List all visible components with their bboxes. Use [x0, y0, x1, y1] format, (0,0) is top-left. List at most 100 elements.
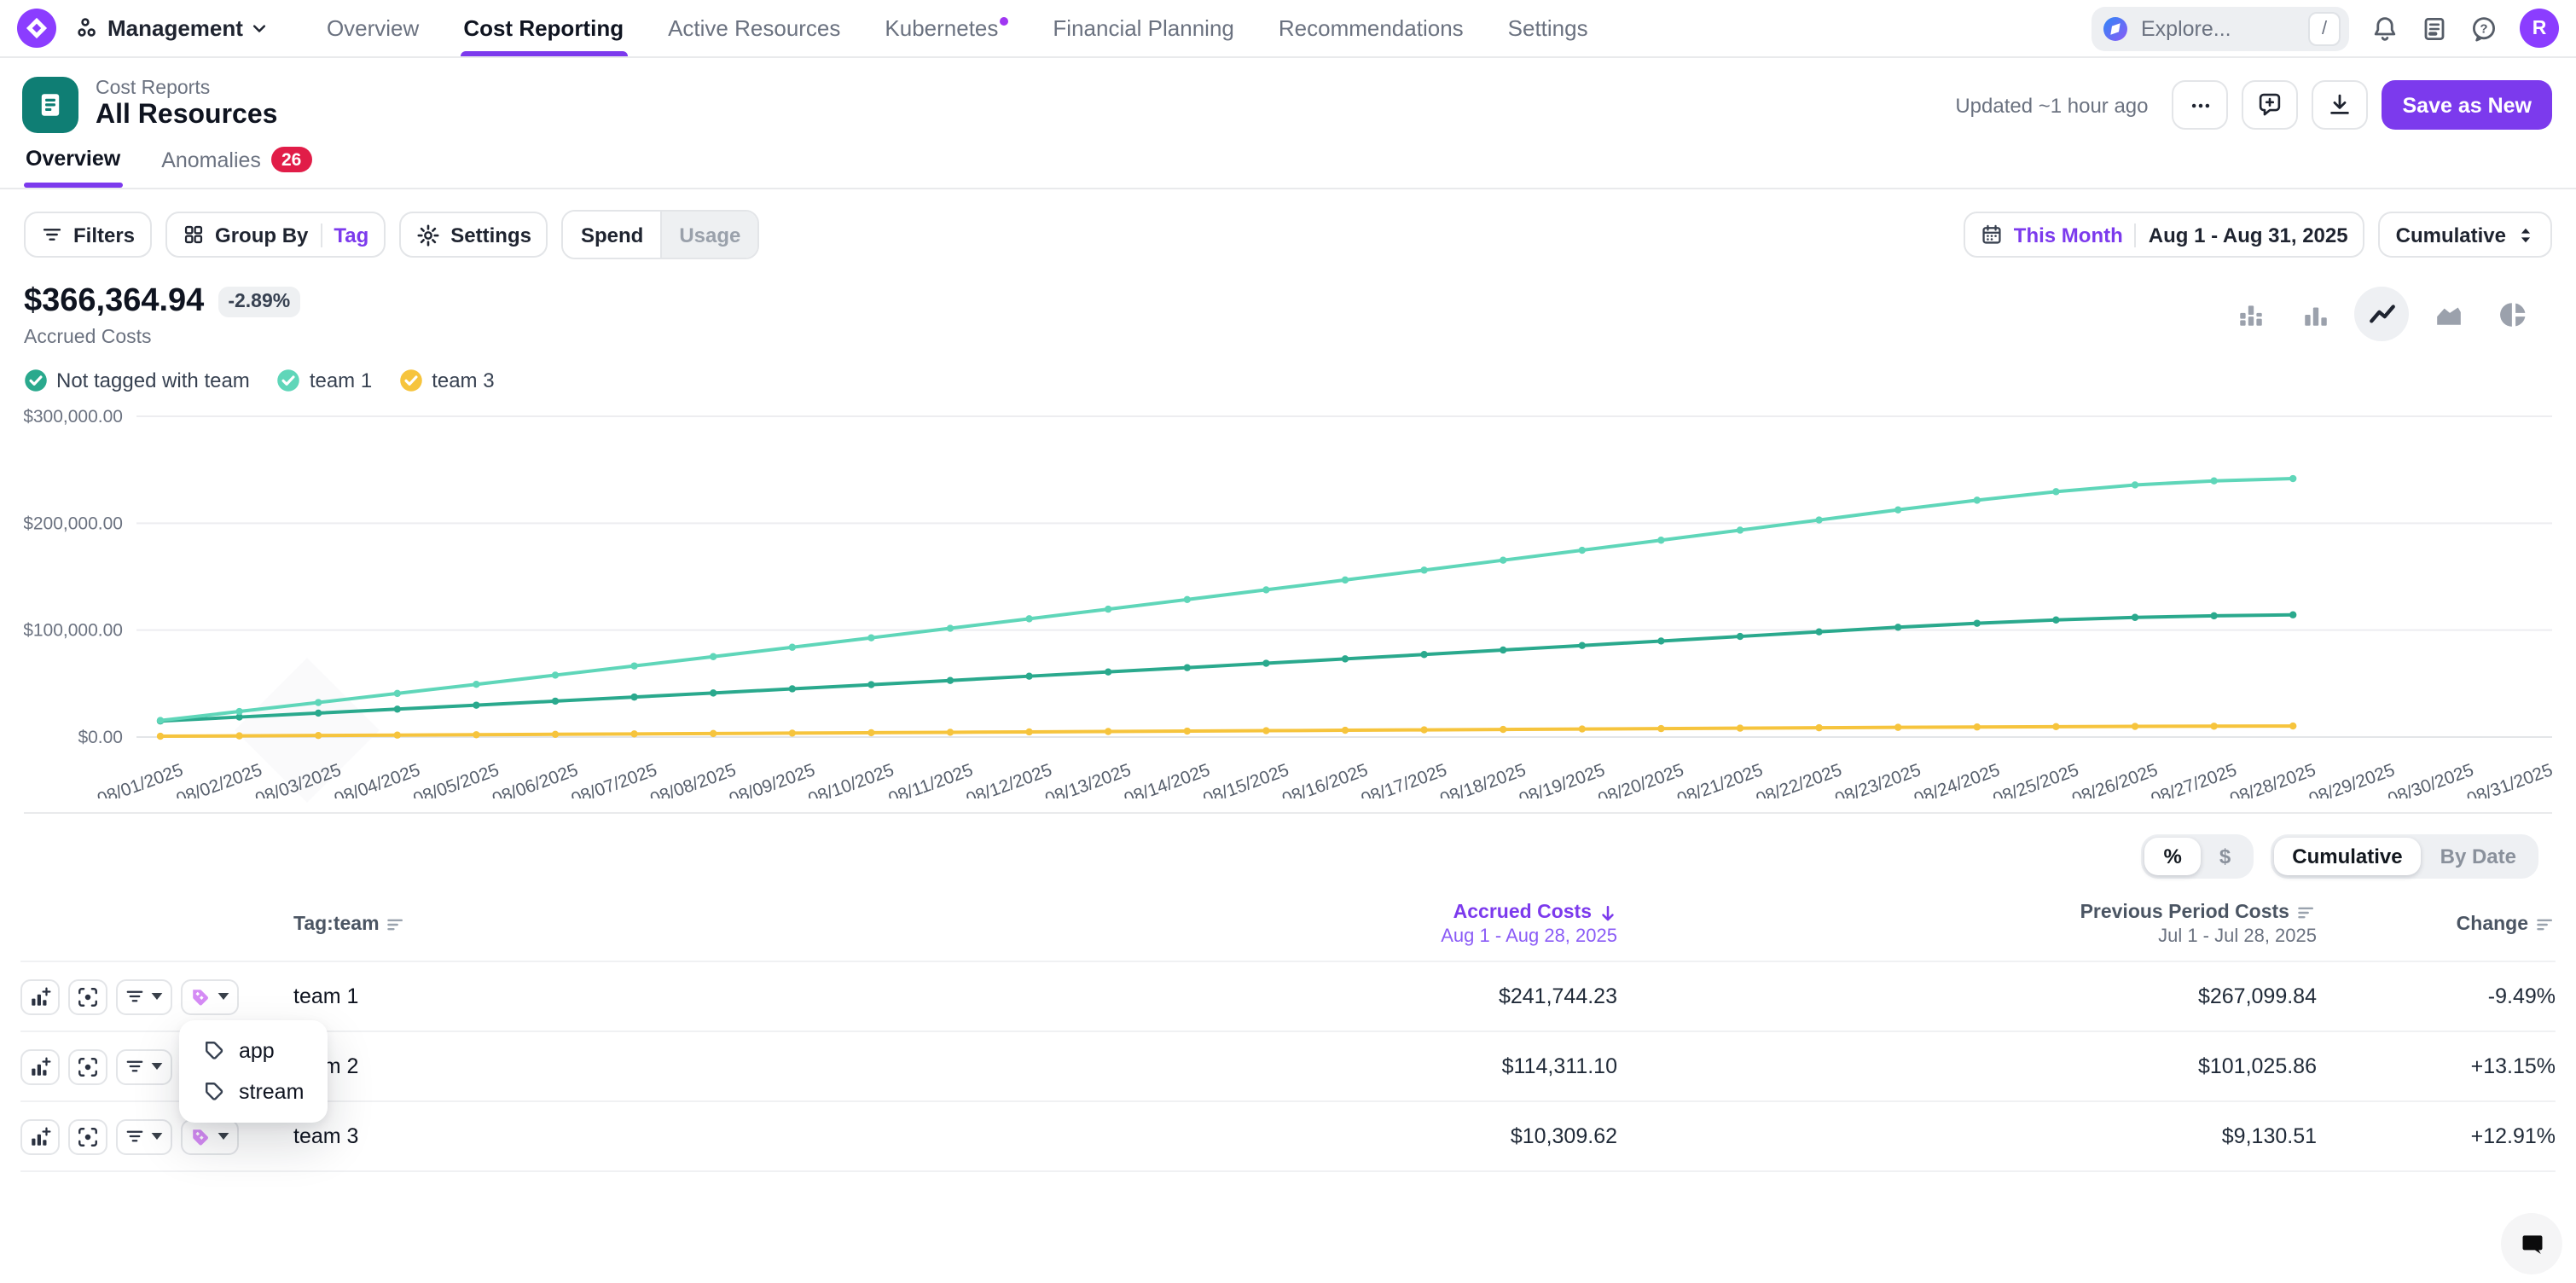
line-chart-button[interactable]	[2354, 287, 2409, 341]
data-point[interactable]	[1342, 727, 1349, 734]
tab-anomalies[interactable]: Anomalies 26	[160, 143, 313, 188]
legend-item[interactable]: team 1	[277, 369, 372, 392]
bar-chart-button[interactable]	[2289, 288, 2341, 340]
data-point[interactable]	[1974, 723, 1981, 730]
data-point[interactable]	[1184, 664, 1191, 671]
data-point[interactable]	[1894, 624, 1901, 630]
data-point[interactable]	[1420, 566, 1427, 573]
data-point[interactable]	[1500, 726, 1506, 733]
tag-dropdown-item-app[interactable]: app	[189, 1030, 317, 1071]
row-filter-button[interactable]	[116, 1048, 172, 1084]
data-point[interactable]	[710, 653, 717, 660]
group-by-button[interactable]: Group By Tag	[165, 212, 386, 258]
pie-chart-button[interactable]	[2487, 288, 2538, 340]
row-tag-button[interactable]	[181, 978, 239, 1014]
more-actions-button[interactable]	[2173, 80, 2229, 130]
nav-item-kubernetes[interactable]: Kubernetes	[885, 0, 1008, 56]
data-point[interactable]	[1974, 496, 1981, 503]
data-point[interactable]	[315, 732, 322, 739]
data-point[interactable]	[1894, 723, 1901, 730]
col-header-previous[interactable]: Previous Period Costs Jul 1 - Jul 28, 20…	[1617, 903, 2317, 947]
data-point[interactable]	[789, 729, 796, 736]
col-header-accrued[interactable]: Accrued Costs Aug 1 - Aug 28, 2025	[901, 903, 1617, 947]
chat-widget-button[interactable]	[2501, 1213, 2562, 1274]
data-point[interactable]	[1025, 615, 1032, 622]
data-point[interactable]	[1025, 672, 1032, 679]
data-point[interactable]	[394, 732, 401, 739]
series-line[interactable]	[160, 479, 2293, 721]
data-point[interactable]	[867, 634, 874, 641]
col-header-group[interactable]: Tag:team	[293, 914, 901, 935]
data-point[interactable]	[1420, 726, 1427, 733]
row-focus-button[interactable]	[68, 1118, 107, 1154]
data-point[interactable]	[1105, 728, 1111, 734]
data-point[interactable]	[473, 701, 479, 708]
nav-item-cost-reporting[interactable]: Cost Reporting	[463, 0, 624, 56]
series-line[interactable]	[160, 726, 2293, 736]
breadcrumb[interactable]: Cost Reports	[96, 78, 277, 99]
data-point[interactable]	[315, 699, 322, 705]
save-as-new-button[interactable]: Save as New	[2382, 80, 2553, 130]
data-point[interactable]	[1657, 537, 1664, 543]
cost-line-chart[interactable]: $300,000.00$200,000.00$100,000.00$0.0008…	[24, 403, 2552, 798]
dollar-option[interactable]: $	[2201, 838, 2249, 875]
data-point[interactable]	[2052, 488, 2059, 495]
data-point[interactable]	[157, 717, 164, 723]
cumulative-option[interactable]: Cumulative	[2273, 838, 2421, 875]
data-point[interactable]	[552, 698, 559, 705]
row-add-to-chart-button[interactable]	[20, 1118, 60, 1154]
row-tag-button[interactable]	[181, 1118, 239, 1154]
aggregation-select[interactable]: Cumulative	[2379, 212, 2552, 258]
legend-item[interactable]: Not tagged with team	[24, 369, 250, 392]
data-point[interactable]	[2289, 723, 2296, 729]
filters-button[interactable]: Filters	[24, 212, 152, 258]
vantage-logo-icon[interactable]	[17, 9, 56, 48]
data-point[interactable]	[2210, 612, 2217, 619]
data-point[interactable]	[1579, 725, 1586, 732]
percent-dollar-toggle[interactable]: % $	[2142, 834, 2254, 879]
data-point[interactable]	[630, 694, 637, 700]
data-point[interactable]	[947, 676, 954, 683]
data-point[interactable]	[2132, 481, 2138, 488]
data-point[interactable]	[235, 732, 242, 739]
by-date-option[interactable]: By Date	[2422, 838, 2535, 875]
data-point[interactable]	[947, 729, 954, 735]
workspace-switcher[interactable]: Management	[73, 9, 272, 48]
explore-search[interactable]: Explore... /	[2092, 6, 2349, 50]
data-point[interactable]	[1815, 724, 1822, 731]
data-point[interactable]	[2132, 614, 2138, 621]
data-point[interactable]	[1262, 586, 1269, 593]
data-point[interactable]	[630, 730, 637, 737]
data-point[interactable]	[1025, 729, 1032, 735]
data-point[interactable]	[1737, 724, 1743, 731]
data-point[interactable]	[1737, 526, 1743, 533]
stacked-bar-chart-button[interactable]	[2225, 288, 2276, 340]
data-point[interactable]	[1974, 619, 1981, 626]
nav-item-financial-planning[interactable]: Financial Planning	[1053, 0, 1233, 56]
data-point[interactable]	[789, 685, 796, 692]
data-point[interactable]	[473, 681, 479, 688]
data-point[interactable]	[1579, 642, 1586, 649]
data-point[interactable]	[2052, 723, 2059, 730]
data-point[interactable]	[710, 730, 717, 737]
data-point[interactable]	[1184, 596, 1191, 603]
data-point[interactable]	[1657, 637, 1664, 644]
data-point[interactable]	[2052, 617, 2059, 624]
data-point[interactable]	[2289, 475, 2296, 482]
row-focus-button[interactable]	[68, 1048, 107, 1084]
data-point[interactable]	[235, 708, 242, 715]
data-point[interactable]	[1815, 516, 1822, 523]
data-point[interactable]	[1579, 547, 1586, 554]
data-point[interactable]	[1657, 725, 1664, 732]
data-point[interactable]	[2132, 723, 2138, 729]
comment-button[interactable]	[2242, 80, 2299, 130]
data-point[interactable]	[2289, 612, 2296, 618]
data-point[interactable]	[1105, 606, 1111, 612]
data-point[interactable]	[1420, 651, 1427, 658]
row-filter-button[interactable]	[116, 1118, 172, 1154]
data-point[interactable]	[1342, 577, 1349, 583]
spend-usage-toggle[interactable]: Spend Usage	[562, 210, 759, 259]
row-group-label[interactable]: team 2	[293, 1054, 901, 1078]
data-point[interactable]	[867, 729, 874, 736]
spend-option[interactable]: Spend	[564, 212, 660, 258]
